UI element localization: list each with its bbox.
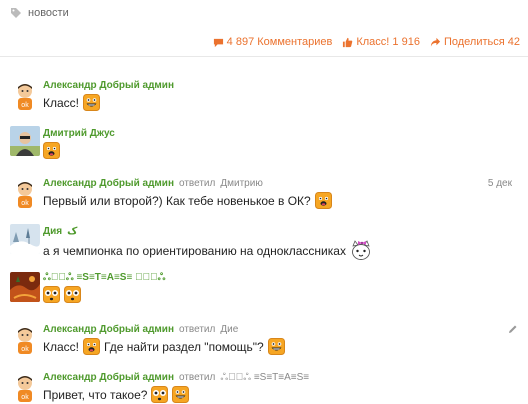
scared-smiley-icon [64, 286, 81, 303]
comment-date: 5 дек [487, 178, 512, 189]
comment-text: Класс! [43, 94, 100, 111]
svg-text:ok: ok [21, 102, 29, 109]
comments-button[interactable]: 4 897 Комментариев [213, 36, 333, 48]
avatar[interactable] [10, 272, 40, 302]
svg-text:ok: ok [21, 200, 29, 207]
author-line: Александр Добрый админ ответил ஃ۞ۗஃ ≡S≡T… [43, 372, 309, 384]
comment-text [43, 142, 60, 159]
comment-text: Привет, что такое? [43, 386, 190, 403]
comment-body-start: Класс! [43, 339, 79, 354]
reply-target[interactable]: Дмитрию [220, 178, 262, 189]
laughing-smiley-icon [83, 94, 100, 111]
author-decoration: ک [67, 226, 78, 237]
cartoon-avatar-icon: ok [10, 374, 40, 404]
like-button[interactable]: Класс! 1 916 [342, 36, 420, 48]
comment-text [43, 286, 81, 303]
tag-bar[interactable]: новости [10, 6, 69, 20]
thumbs-up-icon [343, 37, 353, 47]
scared-smiley-icon [151, 386, 169, 403]
avatar[interactable] [10, 126, 40, 156]
cheeky-smiley-icon [43, 142, 60, 159]
reply-prefix: ответил [179, 324, 216, 335]
share-button[interactable]: Поделиться 42 [430, 36, 520, 48]
laughing-smiley-icon [172, 386, 190, 403]
author-name[interactable]: Александр Добрый админ [43, 324, 174, 335]
reply-target[interactable]: ஃ۞ۗஃ ≡S≡T≡A≡S≡ [220, 372, 309, 384]
photo-avatar-icon [10, 126, 40, 156]
photo-avatar-icon [10, 224, 40, 254]
comment-body: а я чемпионка по ориентированию на однок… [43, 244, 346, 258]
reply-prefix: ответил [179, 372, 216, 383]
avatar[interactable]: ok [10, 326, 40, 356]
avatar[interactable] [10, 224, 40, 254]
cheeky-smiley-icon [83, 338, 100, 355]
author-line: Александр Добрый админ ответил Дие [43, 324, 238, 335]
comment-text: Класс! Где найти раздел "помощь"? [43, 338, 285, 355]
cheeky-smiley-icon [314, 192, 332, 209]
cat-bow-icon [352, 240, 370, 260]
reply-prefix: ответил [179, 178, 216, 189]
edit-pencil-icon[interactable] [508, 324, 518, 334]
scared-smiley-icon [43, 286, 60, 303]
author-name[interactable]: Александр Добрый админ [43, 178, 174, 189]
photo-avatar-icon [10, 272, 40, 302]
author-name[interactable]: ஃ۞ۗஃ ≡S≡T≡A≡S≡ ۞ۗ۩ஃ [43, 272, 165, 284]
comments-count: 4 897 Комментариев [226, 36, 333, 48]
laughing-smiley-icon [267, 338, 285, 355]
svg-text:ok: ok [21, 394, 29, 401]
tag-label[interactable]: новости [28, 7, 69, 19]
author-line: Александр Добрый админ [43, 80, 174, 91]
comment-icon [213, 38, 223, 47]
like-count: Класс! 1 916 [356, 36, 420, 48]
comment-body: Класс! [43, 95, 79, 110]
author-line: Александр Добрый админ ответил Дмитрию [43, 178, 263, 189]
author-line: Дмитрий Джус [43, 128, 115, 139]
author-name[interactable]: Дия [43, 226, 62, 237]
cartoon-avatar-icon: ok [10, 82, 40, 112]
comment-body: Привет, что такое? [43, 387, 148, 402]
share-count: Поделиться 42 [443, 36, 520, 48]
comment-body: Где найти раздел "помощь"? [104, 339, 264, 354]
comment-body: Первый или второй?) Как тебе новенькое в… [43, 193, 311, 208]
comment-text: а я чемпионка по ориентированию на однок… [43, 240, 372, 262]
cartoon-avatar-icon: ok [10, 180, 40, 210]
cartoon-avatar-icon: ok [10, 326, 40, 356]
author-line: Дия ک [43, 226, 77, 237]
reply-target[interactable]: Дие [220, 324, 238, 335]
avatar[interactable]: ok [10, 180, 40, 210]
author-name[interactable]: Александр Добрый админ [43, 80, 174, 91]
avatar[interactable]: ok [10, 82, 40, 112]
divider [0, 56, 528, 57]
svg-text:ok: ok [21, 346, 29, 353]
share-icon [430, 37, 441, 47]
post-actions: 4 897 Комментариев Класс! 1 916 Поделить… [213, 36, 520, 48]
comment-text: Первый или второй?) Как тебе новенькое в… [43, 192, 332, 209]
author-line: ஃ۞ۗஃ ≡S≡T≡A≡S≡ ۞ۗ۩ஃ [43, 272, 165, 284]
author-name[interactable]: Александр Добрый админ [43, 372, 174, 383]
author-name[interactable]: Дмитрий Джус [43, 128, 115, 139]
avatar[interactable]: ok [10, 374, 40, 404]
tag-icon [11, 8, 21, 18]
